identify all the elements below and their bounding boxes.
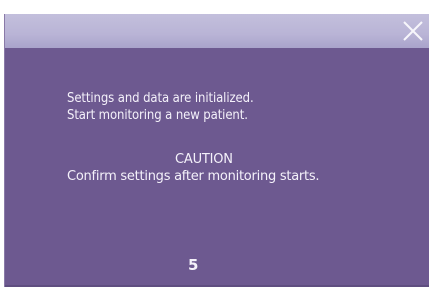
initialization-dialog: Settings and data are initialized. Start…	[4, 14, 429, 287]
caution-title: CAUTION	[175, 152, 233, 167]
close-icon	[403, 21, 423, 41]
caution-text: Confirm settings after monitoring starts…	[67, 169, 320, 184]
close-button[interactable]	[397, 14, 429, 48]
monitor-screen: Settings and data are initialized. Start…	[0, 0, 430, 287]
initialization-message: Settings and data are initialized. Start…	[67, 90, 254, 124]
countdown-value: 5	[188, 256, 199, 274]
dialog-title-bar	[5, 14, 429, 48]
message-line-1: Settings and data are initialized.	[67, 91, 254, 106]
message-line-2: Start monitoring a new patient.	[67, 108, 248, 123]
